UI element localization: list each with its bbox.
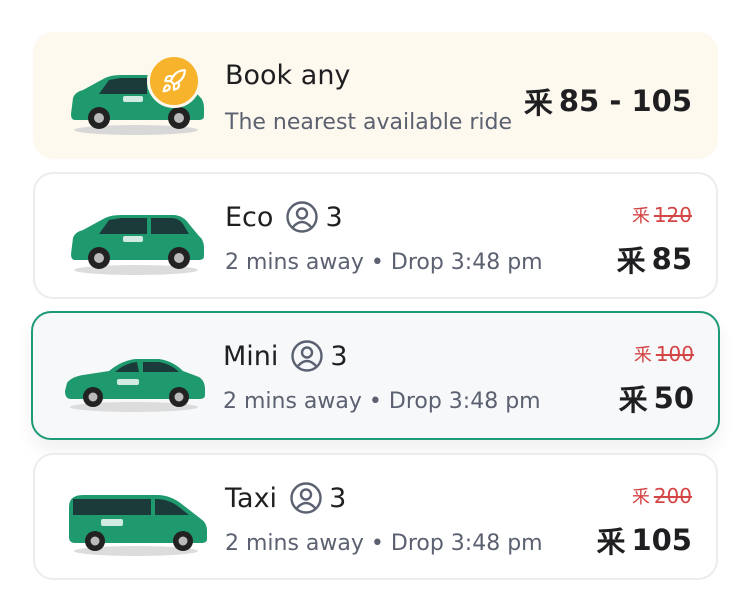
original-price-value: 200 [653, 484, 692, 508]
person-icon [291, 340, 324, 372]
current-price-value: 105 [631, 523, 692, 557]
van-icon [61, 487, 211, 557]
ride-name: Taxi [225, 482, 278, 514]
ride-option-mini[interactable]: Mini 3 2 mins away • Drop 3:48 pm ⾤ 100 … [31, 311, 720, 440]
ride-option-eco[interactable]: Eco 3 2 mins away • Drop 3:48 pm ⾤ 120 ⾤… [33, 172, 718, 299]
eta-text: 2 mins away [225, 250, 364, 275]
price-range-value: 85 - 105 [558, 84, 692, 118]
ride-subtitle: 2 mins away • Drop 3:48 pm [225, 531, 543, 556]
seat-capacity: 3 [285, 200, 343, 234]
eta-text: 2 mins away [225, 531, 364, 556]
current-price: ⾤ 105 [596, 519, 692, 561]
price-range: ⾤ 85 - 105 [524, 80, 692, 122]
drop-time: Drop 3:48 pm [390, 531, 543, 556]
seat-capacity: 3 [290, 339, 348, 373]
currency-symbol: ⾤ [631, 206, 650, 227]
drop-time: Drop 3:48 pm [388, 389, 541, 414]
ride-title: Taxi 3 [225, 481, 346, 515]
currency-symbol: ⾤ [633, 345, 652, 366]
ride-name: Book any [225, 60, 351, 91]
ride-name: Mini [223, 340, 279, 372]
original-price: ⾤ 120 [632, 202, 692, 228]
current-price: ⾤ 85 [617, 238, 692, 280]
person-icon [290, 482, 322, 514]
current-price: ⾤ 50 [619, 377, 694, 419]
currency-symbol: ⾤ [596, 525, 626, 559]
original-price-value: 100 [655, 342, 694, 366]
ride-title: Eco 3 [225, 200, 343, 234]
sedan-icon [59, 345, 209, 415]
original-price: ⾤ 200 [632, 483, 692, 509]
currency-symbol: ⾤ [631, 487, 650, 508]
person-icon [286, 201, 319, 233]
ride-subtitle: The nearest available ride [225, 110, 512, 135]
eta-text: 2 mins away [223, 389, 362, 414]
ride-title: Mini 3 [223, 339, 348, 373]
ride-title: Book any [225, 60, 350, 91]
currency-symbol: ⾤ [618, 383, 648, 417]
seat-count: 3 [329, 482, 347, 514]
seat-capacity: 3 [289, 481, 346, 515]
drop-time: Drop 3:48 pm [390, 250, 543, 275]
suv-icon [61, 206, 211, 276]
currency-symbol: ⾤ [523, 86, 553, 120]
original-price-value: 120 [653, 203, 692, 227]
current-price-value: 85 [651, 242, 692, 276]
rocket-icon [147, 54, 201, 108]
ride-option-taxi[interactable]: Taxi 3 2 mins away • Drop 3:48 pm ⾤ 200 … [33, 453, 718, 580]
seat-count: 3 [325, 201, 343, 233]
original-price: ⾤ 100 [634, 341, 694, 367]
ride-name: Eco [225, 201, 274, 233]
ride-subtitle: 2 mins away • Drop 3:48 pm [223, 389, 541, 414]
current-price-value: 50 [653, 381, 694, 415]
currency-symbol: ⾤ [616, 244, 646, 278]
ride-subtitle: 2 mins away • Drop 3:48 pm [225, 250, 543, 275]
ride-option-book-any[interactable]: Book any The nearest available ride ⾤ 85… [33, 32, 718, 159]
seat-count: 3 [330, 340, 348, 372]
